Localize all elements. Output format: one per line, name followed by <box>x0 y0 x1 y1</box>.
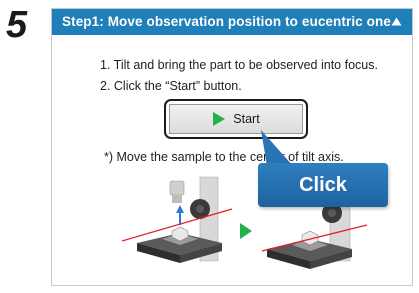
panel-title: Step1: Move observation position to euce… <box>62 14 391 29</box>
panel-header[interactable]: Step1: Move observation position to euce… <box>52 9 412 35</box>
instruction-line: 2. Click the “Start” button. <box>100 79 242 93</box>
collapse-triangle-icon[interactable] <box>391 17 402 26</box>
play-icon <box>213 112 226 126</box>
instructions: 1. Tilt and bring the part to be observe… <box>100 55 378 97</box>
click-callout: Click <box>258 163 388 207</box>
note-text: *) Move the sample to the center of tilt… <box>104 150 344 164</box>
microscope-before <box>122 176 233 263</box>
step-number: 5 <box>6 4 28 46</box>
instruction-line: 1. Tilt and bring the part to be observe… <box>100 58 378 72</box>
step-panel: Step1: Move observation position to euce… <box>51 8 413 286</box>
play-icon <box>240 223 252 239</box>
start-button-label: Start <box>233 112 260 126</box>
